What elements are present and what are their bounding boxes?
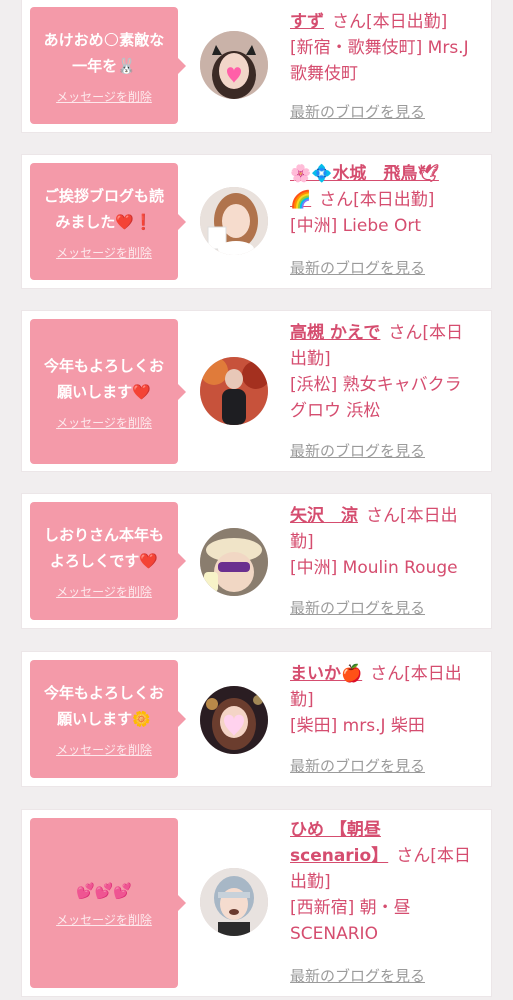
message-text-line: 願いします🌼 bbox=[57, 710, 151, 728]
avatar[interactable] bbox=[200, 528, 268, 596]
shop-name: [中洲] Liebe Ort bbox=[290, 216, 422, 236]
avatar[interactable] bbox=[200, 357, 268, 425]
sender-name-link[interactable]: 🌈 bbox=[290, 190, 311, 210]
message-text-line: 一年を🐰 bbox=[72, 56, 136, 75]
message-text-line: みました❤️❗ bbox=[55, 212, 153, 231]
message-text-line: しおりさん本年も bbox=[43, 526, 164, 544]
sender-name-link[interactable]: まいか🍎 bbox=[290, 664, 362, 684]
message-card: あけおめ🌕素敵な 一年を🐰 メッセージを削除 すず さん[本日出勤] [新宿・歌舞… bbox=[22, 0, 491, 132]
message-text-line: 願いします❤️ bbox=[57, 382, 151, 401]
sender-status: さん[本日出 bbox=[370, 664, 462, 684]
message-text-line: 今年もよろしくお bbox=[43, 356, 164, 375]
message-card: 今年もよろしくお 願いします❤️ メッセージを削除 高槻 かえで さん[本日 出勤… bbox=[22, 311, 491, 471]
sender-info: まいか🍎 さん[本日出 勤] [柴田] mrs.J 柴田 bbox=[290, 661, 486, 739]
avatar[interactable] bbox=[200, 31, 268, 99]
delete-message-link[interactable]: メッセージを削除 bbox=[56, 415, 152, 431]
message-text-line: 今年もよろしくお bbox=[43, 684, 164, 702]
shop-name: [中洲] Moulin Rouge bbox=[290, 558, 458, 578]
shop-name: グロウ 浜松 bbox=[290, 401, 381, 421]
sender-info: ひめ 【朝昼 scenario】 さん[本日 出勤] [西新宿] 朝・昼 SCEN… bbox=[290, 817, 486, 947]
sender-status: さん[本日 bbox=[388, 323, 464, 343]
latest-blog-link[interactable]: 最新のブログを見る bbox=[290, 441, 425, 461]
message-text-line: あけおめ🌕素敵な bbox=[43, 30, 165, 49]
message-bubble: 💕💕💕 メッセージを削除 bbox=[30, 818, 186, 988]
sender-status: さん[本日出 bbox=[366, 506, 458, 526]
sender-name-link[interactable]: 矢沢 涼 bbox=[290, 506, 358, 526]
sender-status: さん[本日出勤] bbox=[319, 190, 435, 210]
avatar[interactable] bbox=[200, 686, 268, 754]
sender-name-link[interactable]: すず bbox=[290, 12, 324, 32]
delete-message-link[interactable]: メッセージを削除 bbox=[56, 245, 152, 261]
message-bubble: あけおめ🌕素敵な 一年を🐰 メッセージを削除 bbox=[30, 7, 186, 124]
message-card: ご挨拶ブログも読 みました❤️❗ メッセージを削除 🌸💠水城 飛鳥🕊 🌈 さん[本… bbox=[22, 155, 491, 288]
shop-name: [浜松] 熟女キャバクラ bbox=[290, 375, 462, 395]
latest-blog-link[interactable]: 最新のブログを見る bbox=[290, 756, 425, 776]
shop-name: SCENARIO bbox=[290, 924, 378, 944]
message-text-line: よろしくです❤️ bbox=[49, 552, 159, 570]
message-text-line: 💕💕💕 bbox=[75, 882, 133, 900]
sender-status: 勤] bbox=[290, 690, 314, 710]
shop-name: 歌舞伎町 bbox=[290, 64, 358, 84]
sender-info: 高槻 かえで さん[本日 出勤] [浜松] 熟女キャバクラ グロウ 浜松 bbox=[290, 320, 486, 424]
sender-status: 勤] bbox=[290, 532, 314, 552]
message-card: しおりさん本年も よろしくです❤️ メッセージを削除 矢沢 涼さん[本日出 勤]… bbox=[22, 494, 491, 628]
delete-message-link[interactable]: メッセージを削除 bbox=[56, 89, 152, 105]
sender-info: すず さん[本日出勤] [新宿・歌舞伎町] Mrs.J 歌舞伎町 bbox=[290, 9, 486, 87]
sender-name-link[interactable]: 🌸💠水城 飛鳥🕊 bbox=[290, 164, 439, 184]
message-bubble: ご挨拶ブログも読 みました❤️❗ メッセージを削除 bbox=[30, 163, 186, 280]
latest-blog-link[interactable]: 最新のブログを見る bbox=[290, 966, 425, 986]
delete-message-link[interactable]: メッセージを削除 bbox=[56, 912, 152, 928]
delete-message-link[interactable]: メッセージを削除 bbox=[56, 742, 152, 758]
latest-blog-link[interactable]: 最新のブログを見る bbox=[290, 258, 425, 278]
message-bubble: しおりさん本年も よろしくです❤️ メッセージを削除 bbox=[30, 502, 186, 620]
avatar[interactable] bbox=[200, 187, 268, 255]
sender-info: 🌸💠水城 飛鳥🕊 🌈 さん[本日出勤] [中洲] Liebe Ort bbox=[290, 161, 486, 239]
sender-name-link[interactable]: ひめ 【朝昼 bbox=[290, 820, 381, 840]
sender-status: さん[本日 bbox=[396, 846, 471, 866]
sender-status: さん[本日出勤] bbox=[332, 12, 448, 32]
sender-name-link[interactable]: 高槻 かえで bbox=[290, 323, 380, 343]
sender-status: 出勤] bbox=[290, 349, 331, 369]
message-bubble: 今年もよろしくお 願いします🌼 メッセージを削除 bbox=[30, 660, 186, 778]
message-text-line: ご挨拶ブログも読 bbox=[43, 186, 164, 205]
sender-status: 出勤] bbox=[290, 872, 331, 892]
latest-blog-link[interactable]: 最新のブログを見る bbox=[290, 102, 425, 122]
message-bubble: 今年もよろしくお 願いします❤️ メッセージを削除 bbox=[30, 319, 186, 464]
sender-name-link[interactable]: scenario】 bbox=[290, 846, 388, 866]
shop-name: [西新宿] 朝・昼 bbox=[290, 898, 411, 918]
shop-name: [柴田] mrs.J 柴田 bbox=[290, 716, 425, 736]
message-card: 💕💕💕 メッセージを削除 ひめ 【朝昼 scenario】 さん[本日 出勤] [… bbox=[22, 810, 491, 996]
avatar[interactable] bbox=[200, 868, 268, 936]
sender-info: 矢沢 涼さん[本日出 勤] [中洲] Moulin Rouge bbox=[290, 503, 486, 581]
delete-message-link[interactable]: メッセージを削除 bbox=[56, 584, 152, 600]
shop-name: [新宿・歌舞伎町] Mrs.J bbox=[290, 38, 469, 58]
latest-blog-link[interactable]: 最新のブログを見る bbox=[290, 598, 425, 618]
message-card: 今年もよろしくお 願いします🌼 メッセージを削除 まいか🍎 さん[本日出 勤] [… bbox=[22, 652, 491, 786]
